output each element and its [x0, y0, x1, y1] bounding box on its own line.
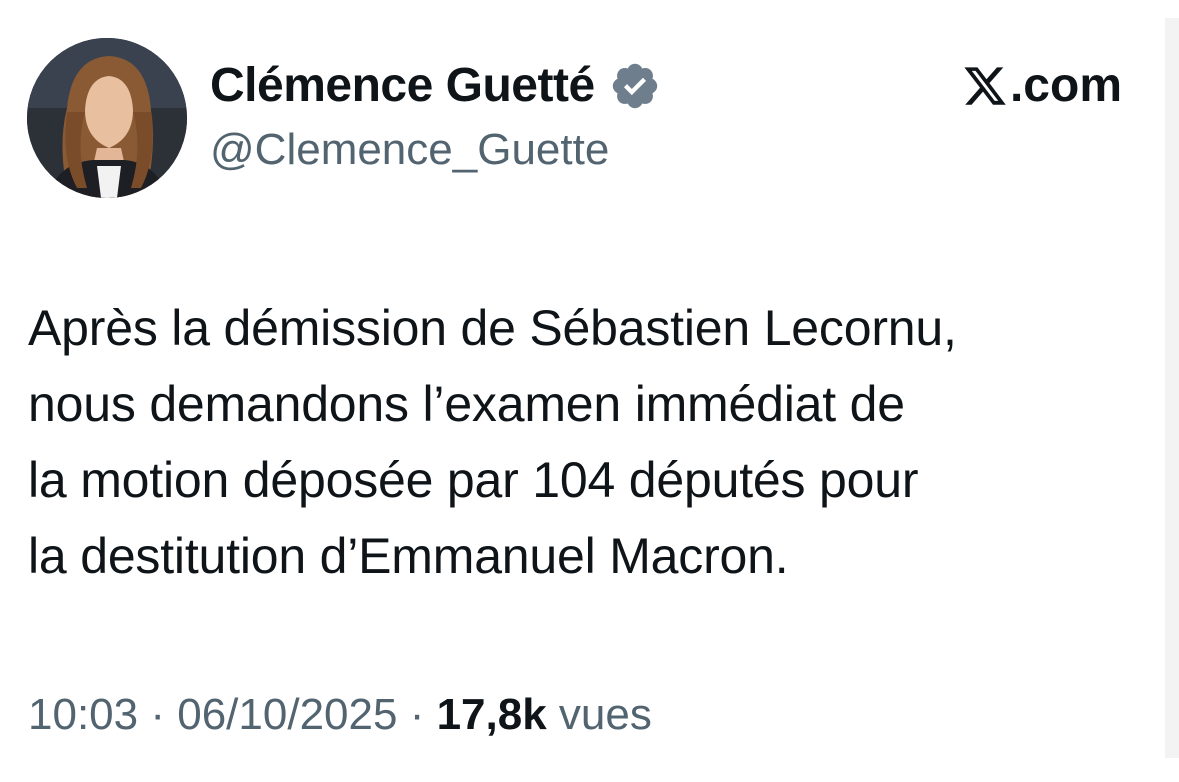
tweet-line: nous demandons l’examen immédiat de [28, 376, 905, 432]
author-display-name[interactable]: Clémence Guetté [210, 58, 595, 114]
tweet-text: Après la démission de Sébastien Lecornu,… [28, 290, 1158, 594]
views-label: vues [558, 690, 652, 739]
meta-separator: · [150, 690, 165, 739]
tweet-line: la destitution d’Emmanuel Macron. [28, 528, 789, 584]
tweet-line: la motion déposée par 104 députés pour [28, 452, 919, 508]
right-edge-strip [1165, 18, 1179, 758]
tweet-date[interactable]: 06/10/2025 [177, 690, 397, 739]
x-logo-icon [962, 63, 1008, 109]
source-label: .com [962, 58, 1122, 114]
tweet-meta: 10:03 · 06/10/2025 · 17,8k vues [28, 688, 652, 742]
source-domain-text: .com [1009, 59, 1122, 112]
meta-separator: · [409, 690, 425, 739]
author-name-row: Clémence Guetté [210, 58, 661, 114]
author-handle[interactable]: @Clemence_Guette [210, 123, 609, 177]
tweet-line: Après la démission de Sébastien Lecornu, [28, 300, 957, 356]
avatar[interactable] [27, 38, 187, 198]
avatar-image [27, 38, 187, 198]
views-count[interactable]: 17,8k [437, 690, 547, 739]
tweet-time[interactable]: 10:03 [28, 690, 138, 739]
verified-badge-icon [609, 60, 661, 112]
